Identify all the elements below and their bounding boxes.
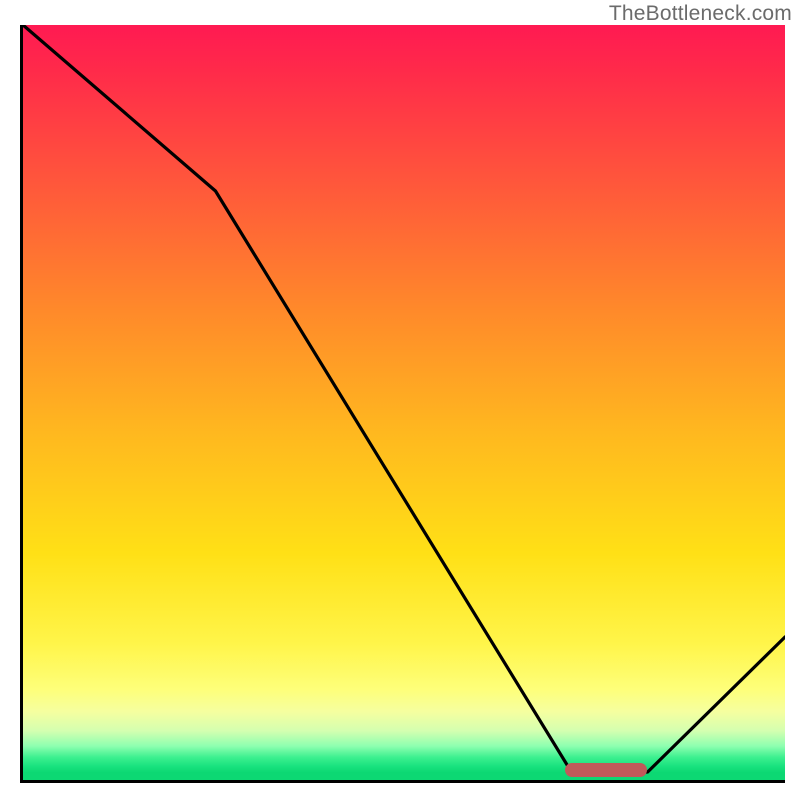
chart-container: TheBottleneck.com xyxy=(0,0,800,800)
plot-area xyxy=(20,25,785,783)
optimal-range-marker xyxy=(565,763,647,777)
gradient-background xyxy=(23,25,785,780)
watermark-text: TheBottleneck.com xyxy=(609,2,792,26)
